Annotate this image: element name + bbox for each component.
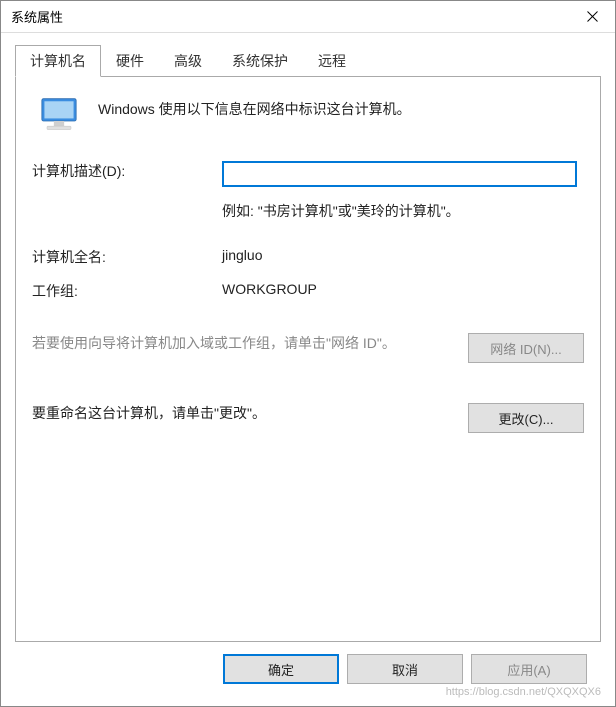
workgroup-row: 工作组: WORKGROUP bbox=[32, 281, 584, 301]
cancel-button[interactable]: 取消 bbox=[347, 654, 463, 684]
tab-system-protection[interactable]: 系统保护 bbox=[217, 45, 303, 76]
close-button[interactable] bbox=[569, 1, 615, 33]
tab-advanced[interactable]: 高级 bbox=[159, 45, 217, 76]
close-icon bbox=[587, 11, 598, 22]
description-row: 计算机描述(D): bbox=[32, 161, 584, 187]
intro-text: Windows 使用以下信息在网络中标识这台计算机。 bbox=[98, 95, 411, 119]
description-hint: 例如: "书房计算机"或"美玲的计算机"。 bbox=[222, 201, 584, 221]
rename-text: 要重命名这台计算机，请单击"更改"。 bbox=[32, 403, 448, 424]
description-input[interactable] bbox=[222, 161, 577, 187]
system-properties-dialog: 系统属性 计算机名 硬件 高级 系统保护 远程 Wind bbox=[0, 0, 616, 707]
ok-button[interactable]: 确定 bbox=[223, 654, 339, 684]
network-id-button[interactable]: 网络 ID(N)... bbox=[468, 333, 584, 363]
rename-section: 要重命名这台计算机，请单击"更改"。 更改(C)... bbox=[32, 403, 584, 433]
computer-icon bbox=[38, 97, 80, 133]
titlebar: 系统属性 bbox=[1, 1, 615, 33]
network-id-text: 若要使用向导将计算机加入域或工作组，请单击"网络 ID"。 bbox=[32, 333, 448, 354]
intro-row: Windows 使用以下信息在网络中标识这台计算机。 bbox=[32, 95, 584, 133]
tab-remote[interactable]: 远程 bbox=[303, 45, 361, 76]
description-label: 计算机描述(D): bbox=[32, 161, 222, 187]
full-name-label: 计算机全名: bbox=[32, 247, 222, 267]
tab-hardware[interactable]: 硬件 bbox=[101, 45, 159, 76]
dialog-content: 计算机名 硬件 高级 系统保护 远程 Windows 使用以下信息在网络中标识这… bbox=[1, 33, 615, 706]
change-button[interactable]: 更改(C)... bbox=[468, 403, 584, 433]
tab-computer-name[interactable]: 计算机名 bbox=[15, 45, 101, 77]
network-id-section: 若要使用向导将计算机加入域或工作组，请单击"网络 ID"。 网络 ID(N)..… bbox=[32, 333, 584, 363]
workgroup-label: 工作组: bbox=[32, 281, 222, 301]
full-name-value: jingluo bbox=[222, 247, 584, 267]
tab-panel-computer-name: Windows 使用以下信息在网络中标识这台计算机。 计算机描述(D): 例如:… bbox=[15, 77, 601, 642]
full-name-row: 计算机全名: jingluo bbox=[32, 247, 584, 267]
workgroup-value: WORKGROUP bbox=[222, 281, 584, 301]
window-title: 系统属性 bbox=[11, 7, 63, 26]
dialog-footer: 确定 取消 应用(A) bbox=[15, 642, 601, 698]
tab-strip: 计算机名 硬件 高级 系统保护 远程 bbox=[15, 45, 601, 77]
apply-button[interactable]: 应用(A) bbox=[471, 654, 587, 684]
